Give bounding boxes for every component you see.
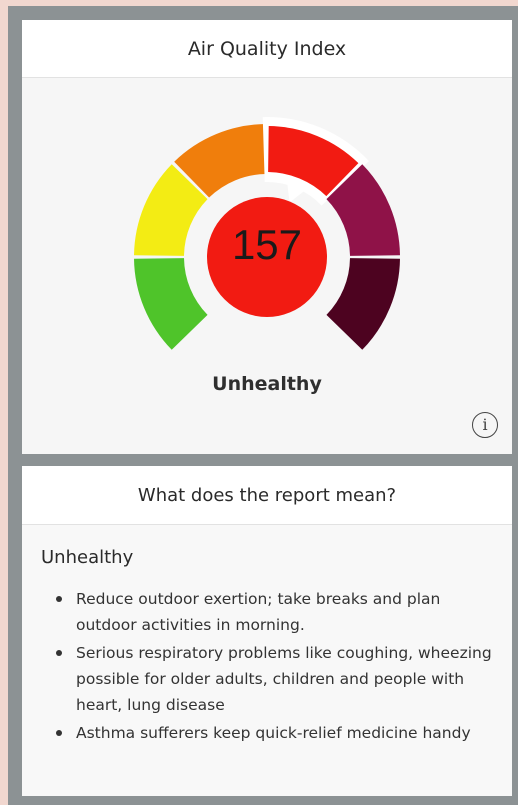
report-title: What does the report mean? — [22, 466, 512, 525]
aqi-status-label: Unhealthy — [212, 373, 322, 395]
aqi-card: Air Quality Index 157 Unhealthy i — [22, 20, 512, 454]
gauge-segment-good — [134, 258, 208, 350]
aqi-card-title: Air Quality Index — [22, 20, 512, 78]
report-bullet: Serious respiratory problems like coughi… — [52, 640, 497, 718]
report-level-heading: Unhealthy — [41, 547, 134, 568]
info-icon[interactable]: i — [472, 412, 498, 438]
report-card: What does the report mean? Unhealthy Red… — [22, 466, 512, 796]
report-bullet: Reduce outdoor exertion; take breaks and… — [52, 586, 497, 638]
report-bullet: Asthma sufferers keep quick-relief medic… — [52, 720, 497, 746]
aqi-gauge — [134, 117, 400, 350]
gauge-segment-hazardous — [326, 258, 400, 350]
aqi-value: 157 — [231, 221, 303, 268]
report-bullet-list: Reduce outdoor exertion; take breaks and… — [52, 586, 497, 748]
